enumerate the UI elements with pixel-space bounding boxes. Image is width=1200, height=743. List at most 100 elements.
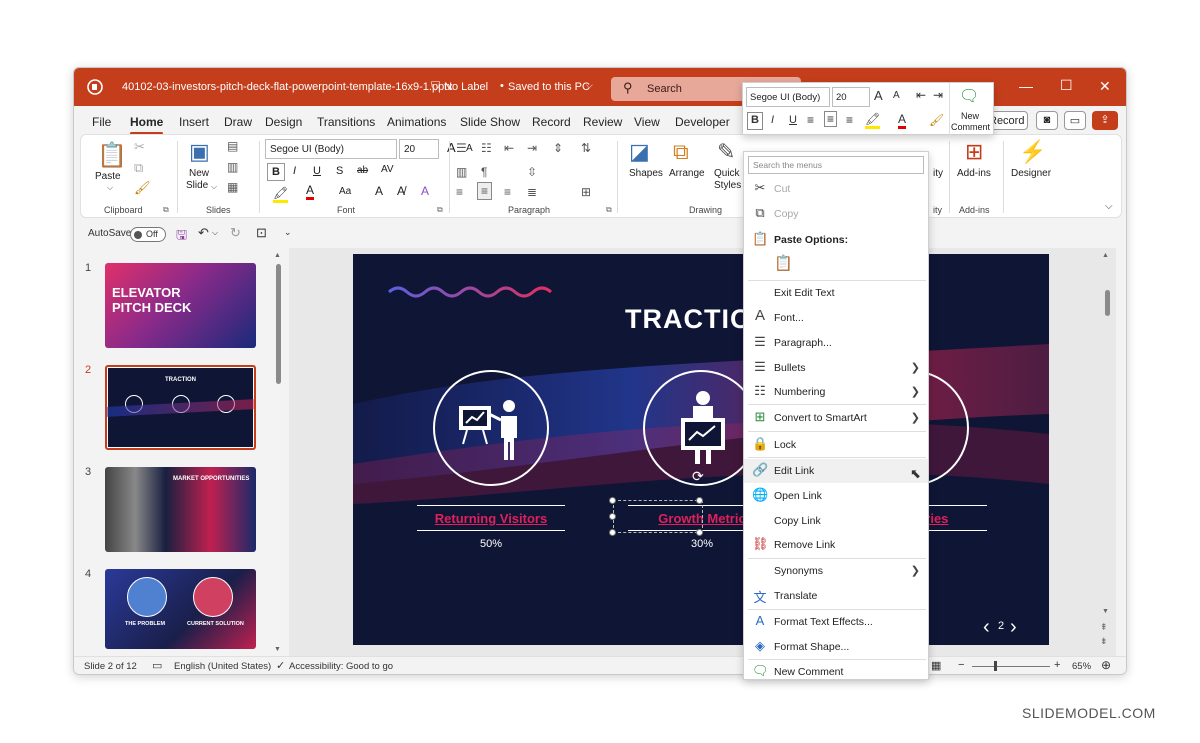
menu-item-exit-edit-text[interactable]: Exit Edit Text xyxy=(744,281,928,305)
tab-transitions[interactable]: Transitions xyxy=(317,115,375,129)
accessibility-status[interactable]: Accessibility: Good to go xyxy=(289,661,393,672)
share-icon[interactable]: ⇪ xyxy=(1092,111,1118,130)
minimize-icon[interactable]: — xyxy=(1019,78,1033,94)
menu-item-format-shape[interactable]: ◈ Format Shape... xyxy=(744,635,928,659)
bold-button[interactable]: B xyxy=(267,163,285,181)
dialog-launcher-icon[interactable]: ⧉ xyxy=(437,205,443,215)
chevron-down-icon[interactable]: ⌵ xyxy=(212,228,218,238)
presenter-icon[interactable]: ⊡ xyxy=(256,225,267,241)
canvas-scrollbar[interactable] xyxy=(1105,290,1110,316)
menu-item-lock[interactable]: 🔒 Lock xyxy=(744,433,928,457)
chevron-right-icon[interactable]: › xyxy=(1010,616,1017,639)
zoom-level[interactable]: 65% xyxy=(1072,661,1091,672)
mini-font-select[interactable]: Segoe UI (Body) xyxy=(746,87,830,107)
mini-size-select[interactable]: 20 xyxy=(832,87,870,107)
mini-font-color-icon[interactable]: A xyxy=(898,113,907,129)
tab-design[interactable]: Design xyxy=(265,115,302,129)
sensitivity-partial-label[interactable]: ity xyxy=(933,168,943,179)
align-left-icon[interactable]: ≡ xyxy=(456,185,463,199)
section-icon[interactable]: ▦ xyxy=(227,180,238,194)
numbering-icon[interactable]: ☷ xyxy=(481,141,492,155)
arrange-label[interactable]: Arrange xyxy=(669,168,705,179)
thumbnail-slide-4[interactable]: THE PROBLEM CURRENT SOLUTION xyxy=(105,569,256,649)
save-status[interactable]: Saved to this PC xyxy=(508,81,590,93)
italic-button[interactable]: I xyxy=(293,165,296,177)
sensitivity-shield-icon[interactable]: ⛉ xyxy=(431,79,440,94)
slide-canvas[interactable]: TRACTIO Returning Visitors 50% Growth Me… xyxy=(353,254,1049,645)
rotate-handle-icon[interactable]: ⟳ xyxy=(692,468,704,485)
paste-icon[interactable]: 📋 xyxy=(97,141,127,170)
accessibility-icon[interactable]: ✓ xyxy=(276,659,285,672)
cut-icon[interactable]: ✂ xyxy=(134,139,145,155)
scroll-up-icon[interactable]: ▲ xyxy=(1102,252,1109,259)
thumbnails-scrollbar[interactable] xyxy=(276,264,281,384)
new-comment-label[interactable]: New xyxy=(961,111,979,121)
slide-title[interactable]: TRACTIO xyxy=(625,304,752,335)
close-icon[interactable]: ✕ xyxy=(1099,78,1111,95)
bullets-icon[interactable]: ☰ xyxy=(456,141,467,155)
thumbnail-slide-2[interactable]: TRACTION xyxy=(105,365,256,450)
zoom-slider[interactable] xyxy=(972,666,1050,667)
menu-item-translate[interactable]: 文 Translate xyxy=(744,584,928,608)
quick-label[interactable]: Quick xyxy=(714,168,740,179)
slide-sorter-icon[interactable]: ▦ xyxy=(931,659,941,672)
notes-icon[interactable]: ▭ xyxy=(152,659,162,672)
collapse-ribbon-icon[interactable]: ⌵ xyxy=(1105,201,1113,212)
zoom-out-icon[interactable]: − xyxy=(958,659,964,671)
underline-button[interactable]: U xyxy=(313,165,321,177)
shadow-button[interactable]: S xyxy=(336,165,343,177)
mini-align-center-icon[interactable]: ≡ xyxy=(824,111,838,127)
mini-underline-button[interactable]: U xyxy=(789,114,797,126)
align-right-icon[interactable]: ≡ xyxy=(504,185,511,199)
camera-icon[interactable]: ◙ xyxy=(1036,111,1058,130)
menu-item-synonyms[interactable]: Synonyms ❯ xyxy=(744,559,928,583)
styles-label[interactable]: Styles xyxy=(714,180,741,191)
tab-home[interactable]: Home xyxy=(130,115,164,135)
highlight-icon[interactable]: 🖍 xyxy=(273,186,289,203)
paste-keep-text-icon[interactable]: 📋 xyxy=(774,254,796,278)
copy-icon[interactable]: ⧉ xyxy=(134,160,143,176)
new-comment-icon[interactable]: 🗨 xyxy=(959,86,979,106)
font-size-select[interactable]: 20 xyxy=(399,139,439,159)
menu-item-copy-link[interactable]: Copy Link xyxy=(744,509,928,533)
undo-icon[interactable]: ↶ xyxy=(198,225,209,241)
quick-styles-icon[interactable]: ✎ xyxy=(717,139,735,165)
strikethrough-button[interactable]: ab xyxy=(357,165,368,176)
label-link[interactable]: Returning Visitors xyxy=(417,511,565,526)
new-slide-label[interactable]: New xyxy=(189,168,209,179)
thumbnail-slide-1[interactable]: ELEVATOR PITCH DECK xyxy=(105,263,256,348)
autosave-toggle[interactable]: Off xyxy=(130,227,166,242)
chevron-down-icon[interactable]: ⌵ xyxy=(107,183,113,193)
align-text-icon[interactable]: ⇳ xyxy=(527,165,537,179)
character-spacing-button[interactable]: AV xyxy=(381,164,394,175)
mini-italic-button[interactable]: I xyxy=(771,114,774,126)
decrease-indent-icon[interactable]: ⇤ xyxy=(504,141,514,155)
tab-developer[interactable]: Developer xyxy=(675,115,730,129)
align-center-icon[interactable]: ≡ xyxy=(477,182,493,200)
tab-review[interactable]: Review xyxy=(583,115,622,129)
format-icon[interactable]: A xyxy=(421,184,429,198)
mini-format-painter-icon[interactable]: 🖌 xyxy=(929,113,944,127)
scroll-down-icon[interactable]: ▼ xyxy=(274,646,281,653)
redo-icon[interactable]: ↻ xyxy=(230,225,241,241)
scroll-up-icon[interactable]: ▲ xyxy=(274,252,281,259)
customize-qat-icon[interactable]: ⌄ xyxy=(284,227,292,238)
menu-item-paragraph[interactable]: ☰ Paragraph... xyxy=(744,331,928,355)
line-spacing-icon[interactable]: ⇕ xyxy=(553,141,563,155)
tab-file[interactable]: File xyxy=(92,115,111,129)
tab-insert[interactable]: Insert xyxy=(179,115,209,129)
zoom-in-icon[interactable]: + xyxy=(1054,659,1060,671)
new-comment-label[interactable]: Comment xyxy=(951,122,990,132)
resize-handle[interactable] xyxy=(696,529,703,536)
layout-icon[interactable]: ▤ xyxy=(227,139,238,153)
text-effects-icon[interactable]: A xyxy=(375,184,383,198)
menu-item-bullets[interactable]: ☰ Bullets ❯ xyxy=(744,356,928,380)
paste-label[interactable]: Paste xyxy=(95,171,121,182)
previous-slide-icon[interactable]: ⇞ xyxy=(1100,622,1108,633)
fit-to-window-icon[interactable]: ⊕ xyxy=(1101,658,1111,672)
menu-item-format-text-effects[interactable]: A Format Text Effects... xyxy=(744,610,928,634)
tab-view[interactable]: View xyxy=(634,115,660,129)
dialog-launcher-icon[interactable]: ⧉ xyxy=(163,205,169,215)
new-slide-icon[interactable]: ▣ xyxy=(189,139,210,165)
shapes-icon[interactable]: ◪ xyxy=(629,139,650,165)
